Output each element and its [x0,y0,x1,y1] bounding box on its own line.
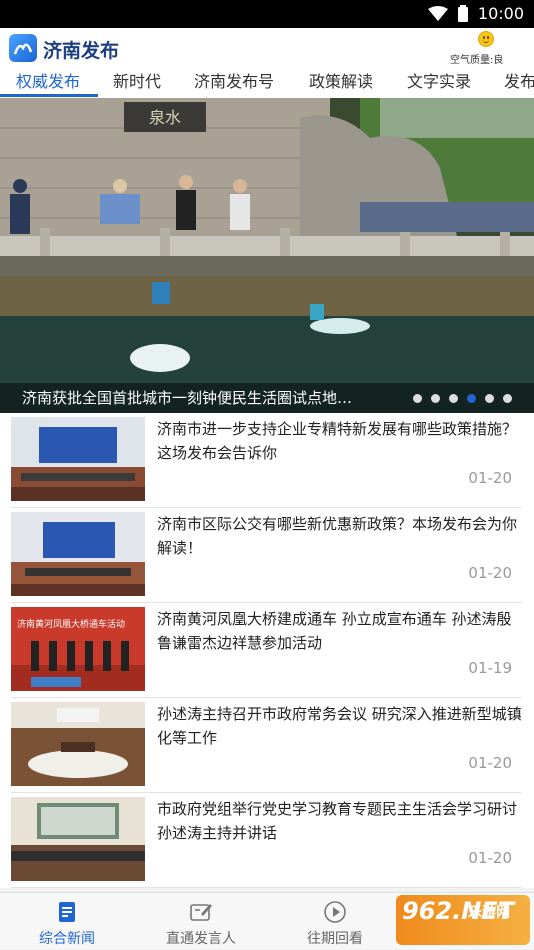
category-tabs: 权威发布 新时代 济南发布号 政策解读 文字实录 发布 [0,70,534,98]
tab-release[interactable]: 发布 [504,70,534,98]
tab-jinan-accounts[interactable]: 济南发布号 [194,70,274,98]
news-date: 01-19 [468,659,512,677]
news-date: 01-20 [468,469,512,487]
air-quality-widget[interactable]: 空气质量:良 [450,31,524,67]
app-title: 济南发布 [43,40,120,62]
news-date: 01-20 [468,754,512,772]
nav-label: 综合新闻 [39,931,95,947]
news-title: 济南黄河凤凰大桥建成通车 孙立成宣布通车 孙述涛殷鲁谦雷杰边祥慧参加活动 [157,610,512,652]
news-thumbnail [11,417,145,501]
hero-carousel[interactable]: 泉水 济南获批全国首批城市一刻钟便民生活圈试点地… [0,98,534,413]
thumb-banner-text: 济南黄河凤凰大桥通车活动 [17,620,126,630]
wifi-icon [427,5,448,21]
air-quality-label: 空气质量:良 [450,55,504,66]
tab-new-era[interactable]: 新时代 [113,70,161,98]
news-item[interactable]: 济南市进一步支持企业专精特新发展有哪些政策措施？这场发布会告诉你 01-20 [0,413,534,508]
battery-icon [457,5,468,22]
news-thumbnail [11,702,145,786]
carousel-dot[interactable] [413,394,422,403]
news-thumbnail [11,797,145,881]
smile-icon [478,31,494,47]
watermark-text: 乐游网 [468,905,510,921]
nav-comprehensive-news[interactable]: 综合新闻 [0,893,134,950]
news-item[interactable]: 济南市区际公交有哪些新优惠新政策？本场发布会为你解读！ 01-20 [0,508,534,603]
nav-replay[interactable]: 往期回看 [268,893,402,950]
news-item[interactable]: 市政府党组举行党史学习教育专题民主生活会学习研讨 孙述涛主持并讲话 01-20 [0,793,534,888]
news-thumbnail [11,512,145,596]
news-date: 01-20 [468,564,512,582]
carousel-dot[interactable] [503,394,512,403]
nav-label: 往期回看 [307,931,363,947]
nav-label: 直通发言人 [166,931,236,947]
app-bar: 济南发布 空气质量:良 [0,28,534,70]
news-thumbnail: 济南黄河凤凰大桥通车活动 [11,607,145,691]
tab-transcript[interactable]: 文字实录 [407,70,471,98]
news-title: 济南市进一步支持企业专精特新发展有哪些政策措施？这场发布会告诉你 [157,420,518,462]
tab-policy[interactable]: 政策解读 [309,70,373,98]
app-logo-icon [9,34,37,62]
active-tab-indicator [0,94,98,97]
clock: 10:00 [477,4,524,23]
news-title: 济南市区际公交有哪些新优惠新政策？本场发布会为你解读！ [157,515,518,557]
divider [11,887,522,888]
site-watermark: 962.NET 乐游网 [396,895,530,945]
play-icon [324,901,346,923]
carousel-dot[interactable] [449,394,458,403]
news-title: 孙述涛主持召开市政府常务会议 研究深入推进新型城镇化等工作 [157,705,522,747]
nav-spokesperson[interactable]: 直通发言人 [134,893,268,950]
hero-photo: 泉水 [0,98,534,413]
carousel-dot-active[interactable] [467,394,476,403]
news-title: 市政府党组举行党史学习教育专题民主生活会学习研讨 孙述涛主持并讲话 [157,800,518,842]
news-icon [59,902,75,922]
carousel-dot[interactable] [485,394,494,403]
carousel-dots [413,394,512,403]
news-item[interactable]: 孙述涛主持召开市政府常务会议 研究深入推进新型城镇化等工作 01-20 [0,698,534,793]
plaque-text: 泉水 [149,108,181,127]
news-item[interactable]: 济南黄河凤凰大桥通车活动 济南黄河凤凰大桥建成通车 孙立成宣布通车 孙述涛殷鲁谦… [0,603,534,698]
status-bar: 10:00 [0,0,534,28]
edit-icon [190,904,212,921]
news-date: 01-20 [468,849,512,867]
carousel-dot[interactable] [431,394,440,403]
